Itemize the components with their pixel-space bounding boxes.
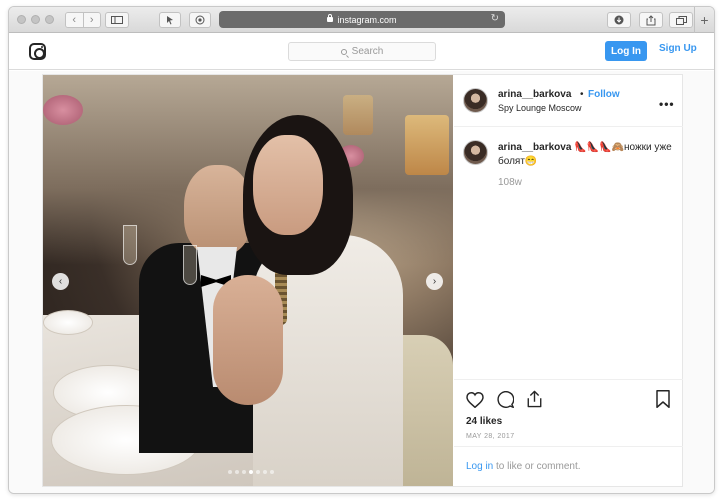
- separator-dot: •: [580, 89, 584, 100]
- caption-avatar[interactable]: [463, 140, 488, 165]
- post-username[interactable]: arina__barkova: [498, 89, 571, 100]
- search-placeholder: Search: [351, 46, 384, 57]
- search-input[interactable]: Search: [288, 42, 436, 61]
- caption-username[interactable]: arina__barkova: [498, 142, 571, 153]
- login-prompt: Log in to like or comment.: [454, 446, 683, 486]
- post-card: ‹ › arina__barkova • Follow Spy Lounge M…: [42, 74, 683, 487]
- post-caption: arina__barkova 👠👠👠🙈ножки уже болят😁: [498, 141, 678, 169]
- login-button[interactable]: Log In: [605, 41, 647, 61]
- lock-icon: [327, 14, 334, 22]
- minimize-window-button[interactable]: [31, 15, 40, 24]
- login-prompt-suffix: to like or comment.: [493, 461, 581, 472]
- signup-link[interactable]: Sign Up: [659, 43, 697, 54]
- previous-image-button[interactable]: ‹: [52, 273, 69, 290]
- heart-icon[interactable]: [466, 392, 484, 408]
- extension-icon[interactable]: [159, 12, 181, 28]
- carousel-dot: [242, 470, 246, 474]
- post-photo[interactable]: ‹ ›: [43, 75, 453, 486]
- comment-icon[interactable]: [497, 391, 514, 408]
- close-window-button[interactable]: [17, 15, 26, 24]
- browser-toolbar: ‹ › instagram.com ↻ +: [9, 7, 714, 33]
- share-post-icon[interactable]: [526, 390, 543, 408]
- post-sidebar: arina__barkova • Follow Spy Lounge Mosco…: [454, 75, 683, 486]
- next-image-button[interactable]: ›: [426, 273, 443, 290]
- privacy-icon[interactable]: [189, 12, 211, 28]
- instagram-logo-icon[interactable]: [29, 43, 46, 60]
- caption-timestamp: 108w: [498, 177, 522, 188]
- login-prompt-text: Log in to like or comment.: [466, 461, 581, 472]
- more-options-icon[interactable]: •••: [659, 97, 675, 111]
- carousel-dot: [256, 470, 260, 474]
- post-location[interactable]: Spy Lounge Moscow: [498, 103, 582, 113]
- sidebar-toggle-icon[interactable]: [105, 12, 129, 28]
- carousel-dot: [249, 470, 253, 474]
- zoom-window-button[interactable]: [45, 15, 54, 24]
- address-bar[interactable]: instagram.com ↻: [219, 11, 505, 28]
- login-link[interactable]: Log in: [466, 461, 493, 472]
- like-count[interactable]: 24 likes: [466, 416, 502, 427]
- carousel-dot: [235, 470, 239, 474]
- avatar[interactable]: [463, 88, 488, 113]
- search-icon: [340, 48, 347, 55]
- url-text: instagram.com: [337, 14, 397, 25]
- browser-window: ‹ › instagram.com ↻ + Search Log In Sign…: [8, 6, 715, 494]
- post-date: MAY 28, 2017: [466, 433, 515, 440]
- downloads-icon[interactable]: [607, 12, 631, 28]
- carousel-dot: [228, 470, 232, 474]
- bookmark-icon[interactable]: [656, 390, 670, 408]
- reload-icon[interactable]: ↻: [491, 13, 499, 24]
- carousel-dot: [270, 470, 274, 474]
- tabs-overview-icon[interactable]: [669, 12, 693, 28]
- carousel-indicator: [228, 470, 274, 474]
- follow-button[interactable]: Follow: [588, 89, 620, 100]
- carousel-dot: [263, 470, 267, 474]
- forward-icon[interactable]: ›: [83, 13, 100, 27]
- woman-figure: [213, 115, 413, 486]
- post-header: arina__barkova • Follow Spy Lounge Mosco…: [454, 75, 683, 127]
- new-tab-button[interactable]: +: [694, 7, 714, 33]
- instagram-header: Search Log In Sign Up: [9, 34, 714, 70]
- share-icon[interactable]: [639, 12, 663, 28]
- history-nav: ‹ ›: [65, 12, 101, 28]
- back-icon[interactable]: ‹: [66, 13, 84, 27]
